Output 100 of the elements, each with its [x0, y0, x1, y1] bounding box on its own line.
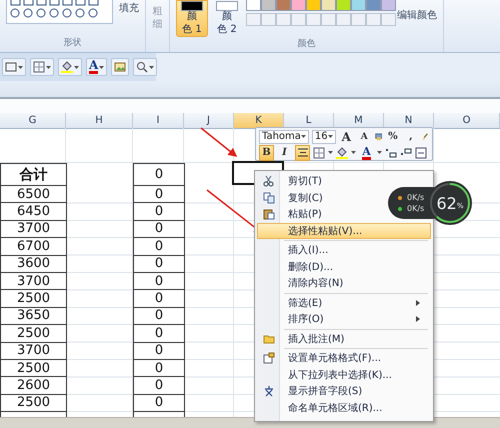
table-cell: 3700 [0, 220, 67, 238]
font-color-button[interactable]: A [86, 58, 108, 76]
table-cell: 0 [133, 342, 185, 360]
size-select[interactable]: 16 [312, 130, 336, 144]
fill-label[interactable]: 填充 [119, 1, 139, 15]
edit-colors-button[interactable]: 编辑颜色 [397, 8, 437, 22]
table-cell: 2500 [0, 394, 67, 412]
comma-button[interactable]: , [403, 128, 418, 144]
table-cell: 0 [133, 290, 185, 308]
menu-item[interactable]: 剪切(T) [257, 173, 431, 190]
bold-button[interactable]: B [259, 144, 274, 160]
caret-icon [328, 135, 333, 138]
zoom-button[interactable] [133, 58, 158, 76]
caret-icon [99, 66, 104, 68]
table-cell: 3700 [0, 342, 67, 360]
scissors-icon [263, 175, 275, 188]
color-swatch[interactable] [276, 0, 291, 11]
table-cell: 0 [133, 203, 185, 221]
format-icon [374, 130, 382, 142]
copy-icon [263, 192, 275, 204]
menu-item[interactable]: 排序(O) [257, 311, 431, 328]
folder-icon [263, 332, 275, 345]
center-button[interactable] [295, 144, 310, 160]
frame-icon [5, 61, 17, 73]
color-swatch[interactable] [246, 0, 261, 11]
column-header[interactable]: G [0, 113, 66, 129]
shapes-gallery[interactable] [6, 0, 113, 24]
color-swatch[interactable] [261, 0, 276, 11]
table-cell: 2500 [0, 290, 67, 308]
menu-item[interactable]: 删除(D)... [257, 258, 431, 275]
border-icon [313, 146, 325, 158]
grow-font-button[interactable]: A [338, 128, 354, 144]
table-cell: 0 [133, 256, 185, 273]
column-header[interactable]: J [184, 113, 234, 129]
column-header[interactable]: O [434, 113, 500, 129]
table-cell: 3700 [0, 272, 67, 290]
caret-icon [18, 66, 23, 68]
table-cell: 0 [133, 238, 185, 256]
brush-icon [421, 130, 429, 142]
frame-button[interactable] [2, 58, 26, 76]
picture-icon [114, 61, 126, 73]
caret-icon [46, 66, 51, 68]
border-button[interactable] [30, 58, 54, 76]
table-cell: 0 [133, 308, 185, 326]
column-header[interactable]: I [133, 113, 184, 129]
table-cell: 6500 [0, 186, 67, 204]
color-preview [216, 1, 238, 11]
font-select[interactable]: Tahoma [259, 130, 309, 144]
group-label: 颜色 [296, 38, 316, 50]
submenu-arrow-icon [416, 316, 420, 322]
fill-color-button[interactable] [58, 58, 82, 76]
clipboard-icon [263, 208, 275, 220]
table-cell: 0 [133, 220, 185, 238]
caret-icon [149, 66, 154, 68]
table-cell: 0 [133, 377, 185, 395]
color-swatch[interactable] [306, 0, 321, 11]
color-button[interactable]: 颜色 1 [176, 0, 208, 37]
table-cell: 0 [133, 163, 185, 186]
phonetic-icon [263, 385, 275, 398]
upload-speed: 0K/s [407, 193, 424, 202]
table-cell: 6450 [0, 203, 67, 221]
font-color-button[interactable]: A [359, 144, 374, 160]
picture-button[interactable] [111, 58, 130, 76]
format-cells-icon [263, 352, 275, 364]
table-cell: 0 [133, 325, 185, 343]
menu-item[interactable]: 从下拉列表中选择(K)... [257, 366, 431, 383]
color-swatch[interactable] [336, 0, 351, 11]
column-header[interactable]: K [234, 113, 284, 129]
menu-item[interactable]: 清除内容(N) [257, 275, 431, 292]
download-speed: 0K/s [407, 204, 424, 213]
color-swatch[interactable] [351, 0, 366, 11]
shrink-font-button[interactable]: A [356, 128, 372, 144]
table-cell: 0 [133, 360, 185, 378]
color-button[interactable]: 颜色 2 [211, 0, 243, 37]
border-icon [33, 61, 45, 73]
percent-button[interactable]: % [385, 128, 400, 144]
table-cell: 0 [133, 186, 185, 204]
caret-icon [351, 151, 356, 154]
menu-item[interactable]: 选择性粘贴(V)... [257, 222, 431, 239]
color-swatch[interactable] [381, 0, 396, 11]
upload-dot [398, 196, 402, 200]
caret-icon [300, 135, 306, 138]
color-swatch[interactable] [321, 0, 336, 11]
table-cell: 2500 [0, 325, 67, 343]
color-swatch[interactable] [291, 0, 306, 11]
caret-icon [74, 66, 79, 68]
table-cell: 0 [133, 272, 185, 290]
color-swatch[interactable] [366, 0, 381, 11]
caret-icon [377, 151, 382, 154]
table-cell: 3600 [0, 256, 67, 273]
menu-item[interactable]: 命名单元格区域(R)... [257, 400, 431, 416]
table-cell: 2500 [0, 360, 67, 378]
color-preview [181, 1, 203, 11]
table-cell: 0 [133, 394, 185, 412]
menu-item[interactable]: 显示拼音字段(S) [257, 383, 431, 400]
table-cell: 2600 [0, 377, 67, 395]
italic-button[interactable]: I [277, 144, 292, 160]
column-header[interactable]: H [66, 113, 133, 129]
magnifier-icon [136, 61, 148, 73]
paint-bucket-icon [336, 146, 348, 158]
